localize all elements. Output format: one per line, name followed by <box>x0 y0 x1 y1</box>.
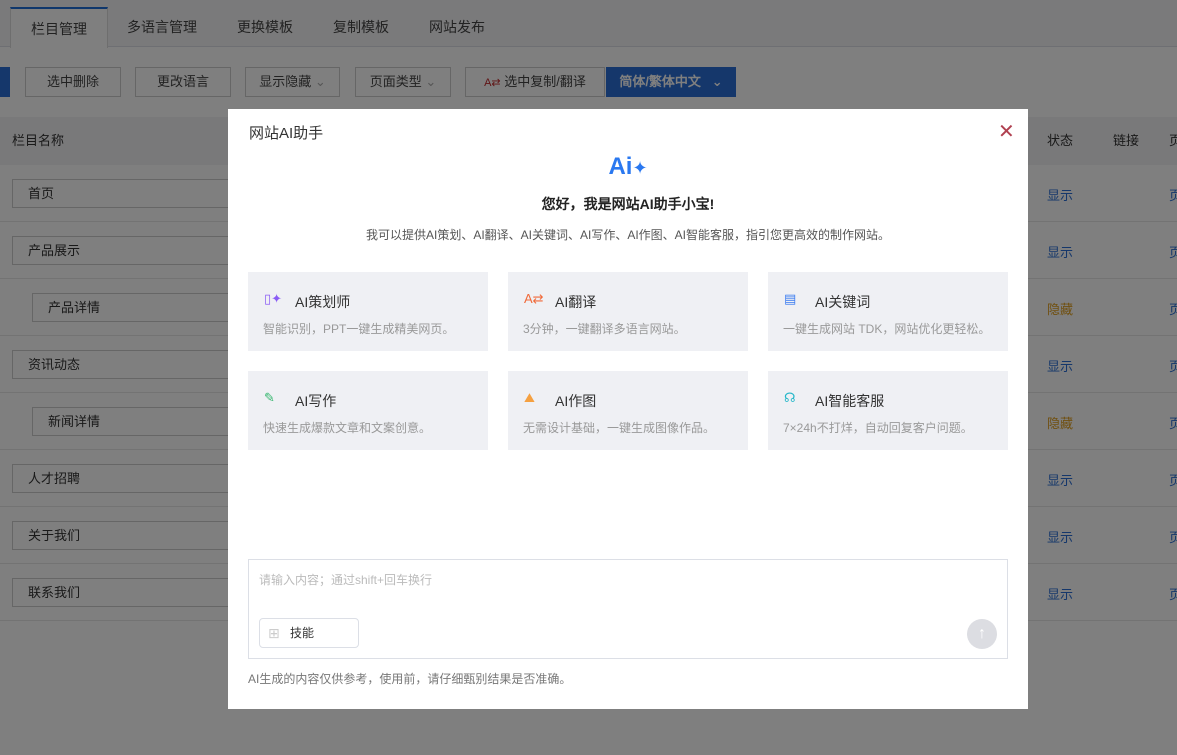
feature-card-desc: 快速生成爆款文章和文案创意。 <box>263 421 432 435</box>
translate-icon: A⇄ <box>524 291 544 306</box>
feature-card-title: AI翻译 <box>555 294 597 310</box>
keyword-icon: ▤ <box>784 291 797 306</box>
ai-logo: Ai✦ <box>228 153 1028 181</box>
feature-card[interactable]: ✎ AI写作 快速生成爆款文章和文案创意。 <box>248 371 488 450</box>
feature-card[interactable]: ▤ AI关键词 一键生成网站 TDK，网站优化更轻松。 <box>768 272 1008 351</box>
ai-assistant-modal: 网站AI助手 ✕ Ai✦ 您好，我是网站AI助手小宝! 我可以提供AI策划、AI… <box>228 109 1028 709</box>
send-button[interactable]: ↑ <box>967 619 997 649</box>
planner-icon: ▯✦ <box>264 291 283 306</box>
feature-card-desc: 一键生成网站 TDK，网站优化更轻松。 <box>783 322 991 336</box>
feature-card-title: AI作图 <box>555 393 597 409</box>
feature-card-desc: 智能识别，PPT一键生成精美网页。 <box>263 322 455 336</box>
chat-input-box[interactable]: 请输入内容；通过shift+回车换行 ⊞ 技能 ↑ <box>248 559 1008 659</box>
disclaimer: AI生成的内容仅供参考，使用前，请仔细甄别结果是否准确。 <box>248 672 572 686</box>
headset-icon: ☊ <box>784 390 796 405</box>
feature-card-desc: 7×24h不打烊，自动回复客户问题。 <box>783 421 973 435</box>
skills-button[interactable]: ⊞ 技能 <box>259 618 359 648</box>
modal-title: 网站AI助手 <box>249 125 324 142</box>
feature-card[interactable]: ▯✦ AI策划师 智能识别，PPT一键生成精美网页。 <box>248 272 488 351</box>
chat-input[interactable]: 请输入内容；通过shift+回车换行 <box>259 571 432 588</box>
grid-icon: ⊞ <box>268 625 280 641</box>
feature-card-desc: 3分钟，一键翻译多语言网站。 <box>523 322 686 336</box>
feature-card-title: AI策划师 <box>295 294 351 310</box>
skills-label: 技能 <box>290 626 315 640</box>
sparkle-icon: ✦ <box>632 158 648 178</box>
feature-card[interactable]: A⇄ AI翻译 3分钟，一键翻译多语言网站。 <box>508 272 748 351</box>
ai-logo-text: Ai <box>608 153 633 180</box>
description: 我可以提供AI策划、AI翻译、AI关键词、AI写作、AI作图、AI智能客服，指引… <box>365 228 891 242</box>
greeting: 您好，我是网站AI助手小宝! <box>541 196 715 212</box>
feature-card-title: AI写作 <box>295 393 337 409</box>
feature-card-title: AI智能客服 <box>815 393 885 409</box>
feature-card[interactable]: ⛰ AI作图 无需设计基础，一键生成图像作品。 <box>508 371 748 450</box>
image-icon: ⛰ <box>524 390 535 405</box>
feature-card-title: AI关键词 <box>815 294 871 310</box>
feature-card[interactable]: ☊ AI智能客服 7×24h不打烊，自动回复客户问题。 <box>768 371 1008 450</box>
close-icon[interactable]: ✕ <box>998 119 1015 144</box>
writing-icon: ✎ <box>264 390 275 405</box>
arrow-up-icon: ↑ <box>978 625 986 642</box>
feature-card-desc: 无需设计基础，一键生成图像作品。 <box>523 421 716 435</box>
